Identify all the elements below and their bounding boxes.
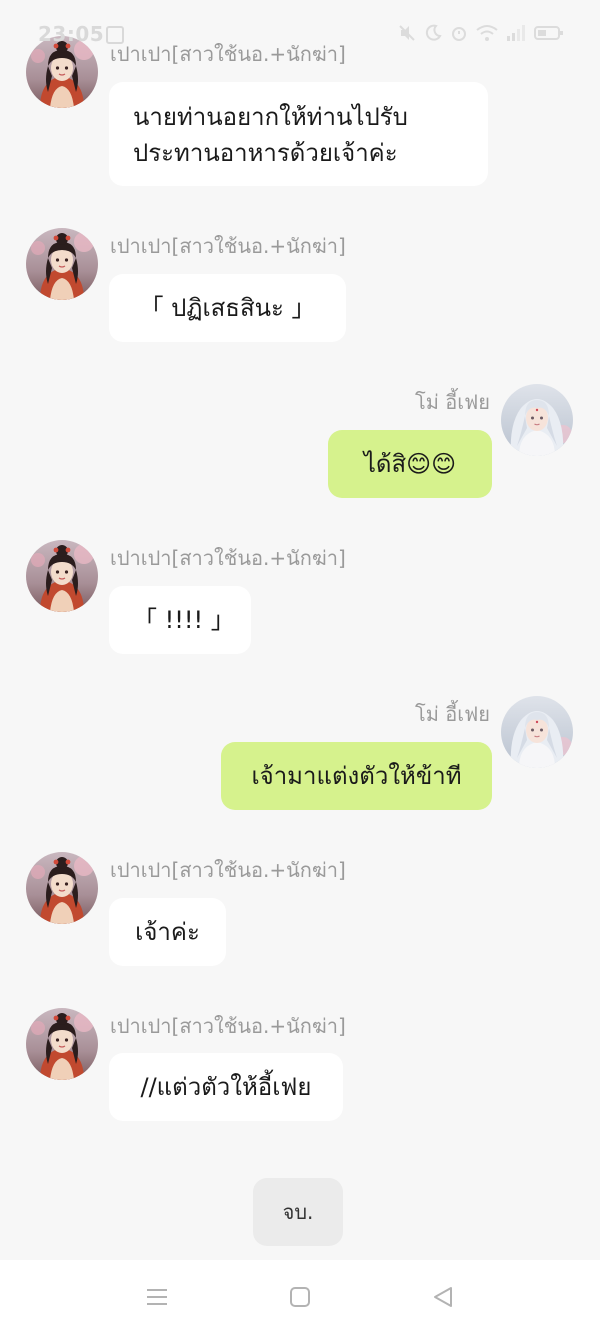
end-button-label: จบ. bbox=[282, 1200, 314, 1224]
avatar[interactable] bbox=[26, 228, 98, 300]
message-bubble[interactable]: 「 !!!! 」 bbox=[109, 586, 251, 654]
back-triangle-icon[interactable] bbox=[428, 1282, 458, 1312]
message-bubble[interactable]: เจ้าค่ะ bbox=[109, 898, 226, 966]
message-bubble[interactable]: นายท่านอยากให้ท่านไปรับ ประทานอาหารด้วยเ… bbox=[109, 82, 488, 186]
moon-icon bbox=[425, 24, 442, 41]
mute-icon bbox=[399, 25, 415, 41]
sender-name: เปาเปา[สาวใช้นอ.+นักฆ่า] bbox=[110, 546, 346, 570]
signal-icon bbox=[507, 25, 525, 41]
message-text: นายท่านอยากให้ท่านไปรับ ประทานอาหารด้วยเ… bbox=[133, 103, 408, 167]
avatar[interactable] bbox=[26, 852, 98, 924]
message-bubble[interactable]: 「 ปฏิเสธสินะ 」 bbox=[109, 274, 346, 342]
sender-name: โม่ อี้เฟย bbox=[414, 390, 490, 414]
message-text: //แต่วตัวให้อี้เฟย bbox=[140, 1073, 312, 1101]
notification-icon bbox=[106, 26, 124, 44]
message-text: 「 ปฏิเสธสินะ 」 bbox=[139, 294, 316, 322]
end-button[interactable]: จบ. bbox=[253, 1178, 343, 1246]
status-icons bbox=[398, 24, 564, 42]
sender-name: เปาเปา[สาวใช้นอ.+นักฆ่า] bbox=[110, 858, 346, 882]
status-bar: 23:05 bbox=[0, 0, 600, 46]
avatar[interactable] bbox=[501, 384, 573, 456]
message-bubble[interactable]: เจ้ามาแต่งตัวให้ข้าที bbox=[221, 742, 492, 810]
message-text: เจ้ามาแต่งตัวให้ข้าที bbox=[251, 762, 462, 790]
home-square-icon[interactable] bbox=[285, 1282, 315, 1312]
sender-name: เปาเปา[สาวใช้นอ.+นักฆ่า] bbox=[110, 234, 346, 258]
message-text: เจ้าค่ะ bbox=[135, 918, 200, 946]
sender-name: เปาเปา[สาวใช้นอ.+นักฆ่า] bbox=[110, 42, 346, 66]
navigation-bar bbox=[0, 1260, 600, 1333]
message-text: ได้สิ😊😊 bbox=[363, 450, 457, 478]
avatar[interactable] bbox=[26, 36, 98, 108]
sender-name: โม่ อี้เฟย bbox=[414, 702, 490, 726]
battery-icon bbox=[534, 26, 563, 40]
avatar[interactable] bbox=[26, 1008, 98, 1080]
message-text: 「 !!!! 」 bbox=[133, 606, 235, 634]
message-bubble[interactable]: //แต่วตัวให้อี้เฟย bbox=[109, 1053, 343, 1121]
avatar[interactable] bbox=[26, 540, 98, 612]
avatar[interactable] bbox=[501, 696, 573, 768]
menu-icon[interactable] bbox=[142, 1282, 172, 1312]
status-time: 23:05 bbox=[38, 22, 105, 46]
sender-name: เปาเปา[สาวใช้นอ.+นักฆ่า] bbox=[110, 1014, 346, 1038]
chat-area[interactable]: เปาเปา[สาวใช้นอ.+นักฆ่า] นายท่านอยากให้ท… bbox=[0, 0, 600, 1260]
wifi-icon bbox=[476, 25, 498, 41]
message-bubble[interactable]: ได้สิ😊😊 bbox=[328, 430, 492, 498]
alarm-icon bbox=[452, 27, 466, 41]
